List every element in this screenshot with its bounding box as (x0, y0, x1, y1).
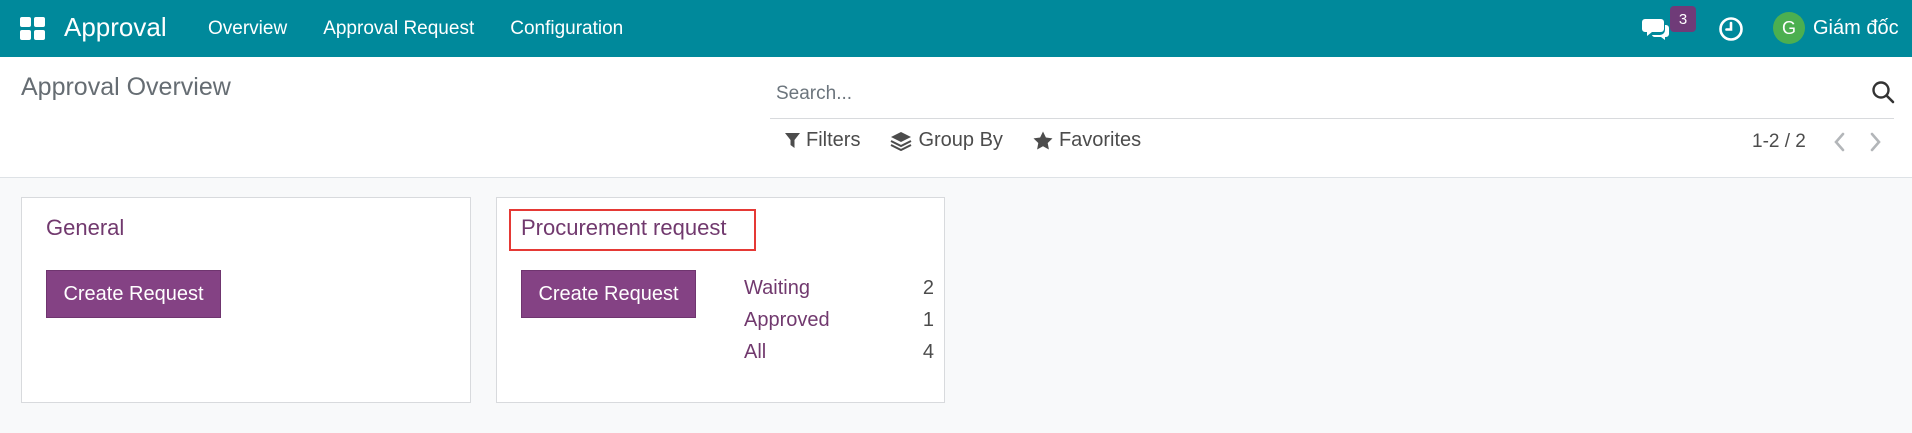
stat-row-approved[interactable]: Approved 1 (744, 304, 934, 336)
request-stats: Waiting 2 Approved 1 All 4 (744, 272, 934, 368)
stat-value: 4 (922, 341, 934, 363)
apps-grid-icon[interactable] (20, 17, 46, 40)
menu-item-overview[interactable]: Overview (208, 18, 287, 40)
search-icon[interactable] (1870, 79, 1896, 105)
avatar[interactable]: G (1773, 12, 1805, 44)
menu-item-configuration[interactable]: Configuration (510, 18, 623, 40)
favorites-toggle[interactable]: Favorites (1033, 129, 1141, 152)
user-name[interactable]: Giám đốc (1813, 17, 1899, 40)
clock-icon[interactable] (1718, 16, 1744, 42)
menu-item-approval-request[interactable]: Approval Request (323, 18, 474, 40)
layers-icon (891, 131, 912, 151)
filter-icon (785, 132, 800, 148)
stat-value: 1 (922, 309, 934, 331)
card-title[interactable]: General (46, 215, 124, 241)
filters-label: Filters (806, 129, 861, 151)
search-input[interactable] (776, 79, 1836, 109)
stat-value: 2 (922, 277, 934, 299)
search-options: Filters Group By Favorites (785, 129, 1141, 152)
stat-row-all[interactable]: All 4 (744, 336, 934, 368)
create-request-button[interactable]: Create Request (46, 270, 221, 318)
stat-label[interactable]: All (744, 336, 766, 368)
groupby-label: Group By (918, 129, 1003, 151)
chat-count-badge: 3 (1670, 6, 1696, 32)
top-navbar: Approval Overview Approval Request Confi… (0, 0, 1912, 57)
search-bar (770, 69, 1896, 119)
kanban-card-general: General Create Request (21, 197, 471, 403)
control-panel: Approval Overview Filters Group By (0, 57, 1912, 178)
star-icon (1033, 131, 1053, 150)
create-request-button[interactable]: Create Request (521, 270, 696, 318)
stat-label[interactable]: Waiting (744, 272, 810, 304)
main-menu: Overview Approval Request Configuration (208, 18, 623, 40)
kanban-card-procurement: Procurement request Create Request Waiti… (496, 197, 945, 403)
app-title[interactable]: Approval (64, 12, 167, 43)
card-title[interactable]: Procurement request (521, 215, 726, 241)
page-title: Approval Overview (21, 73, 231, 101)
stat-label[interactable]: Approved (744, 304, 830, 336)
stat-row-waiting[interactable]: Waiting 2 (744, 272, 934, 304)
filters-toggle[interactable]: Filters (785, 129, 860, 152)
chevron-left-icon[interactable] (1831, 131, 1849, 153)
chat-icon[interactable] (1642, 16, 1670, 42)
favorites-label: Favorites (1058, 129, 1142, 151)
groupby-toggle[interactable]: Group By (890, 129, 1003, 152)
chevron-right-icon[interactable] (1866, 131, 1884, 153)
pager-value[interactable]: 1-2 / 2 (1752, 131, 1806, 153)
